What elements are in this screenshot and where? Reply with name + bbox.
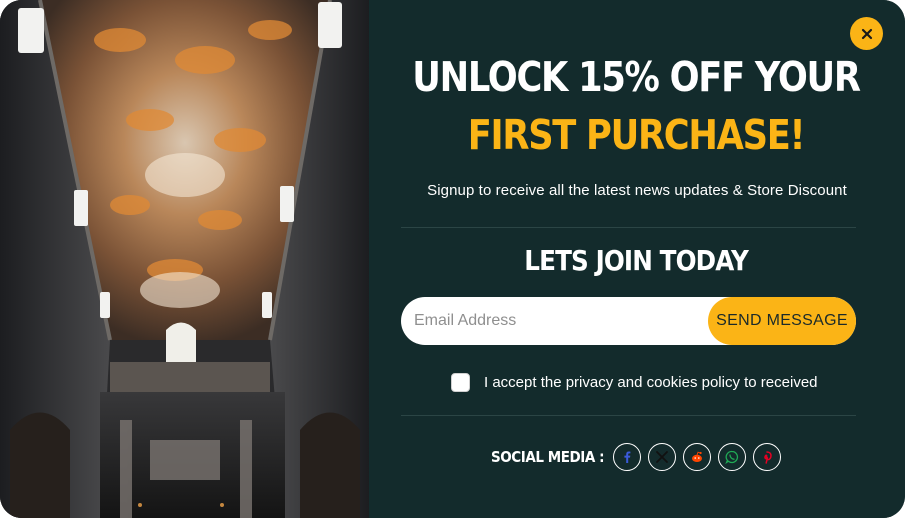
send-message-button[interactable]: SEND MESSAGE xyxy=(708,297,856,345)
subtitle: Signup to receive all the latest news up… xyxy=(427,182,847,199)
hero-image xyxy=(0,0,369,518)
social-row: SOCIAL MEDIA : xyxy=(491,443,781,471)
close-button[interactable] xyxy=(850,17,883,50)
pinterest-link[interactable] xyxy=(752,443,781,471)
headline-line2: FIRST PURCHASE! xyxy=(467,111,806,159)
signup-form: SEND MESSAGE xyxy=(401,297,856,345)
email-input[interactable] xyxy=(401,297,708,345)
x-link[interactable] xyxy=(647,443,676,471)
consent-row: I accept the privacy and cookies policy … xyxy=(451,373,818,392)
divider xyxy=(401,415,856,416)
ceiling-illustration xyxy=(0,0,369,518)
facebook-link[interactable] xyxy=(612,443,641,471)
consent-checkbox[interactable] xyxy=(451,373,470,392)
join-title: LETS JOIN TODAY xyxy=(524,244,749,277)
social-icons xyxy=(612,443,781,471)
social-label: SOCIAL MEDIA : xyxy=(491,448,605,466)
x-icon xyxy=(655,451,668,463)
consent-label: I accept the privacy and cookies policy … xyxy=(484,374,818,391)
reddit-icon xyxy=(691,451,702,462)
divider xyxy=(401,227,856,228)
whatsapp-icon xyxy=(724,450,738,464)
signup-panel: UNLOCK 15% OFF YOUR FIRST PURCHASE! Sign… xyxy=(369,0,905,518)
headline-line1: UNLOCK 15% OFF YOUR xyxy=(412,53,861,101)
signup-popup: UNLOCK 15% OFF YOUR FIRST PURCHASE! Sign… xyxy=(0,0,905,518)
pinterest-icon xyxy=(763,451,772,464)
whatsapp-link[interactable] xyxy=(717,443,746,471)
reddit-link[interactable] xyxy=(682,443,711,471)
close-icon xyxy=(861,28,872,39)
facebook-icon xyxy=(623,451,630,463)
